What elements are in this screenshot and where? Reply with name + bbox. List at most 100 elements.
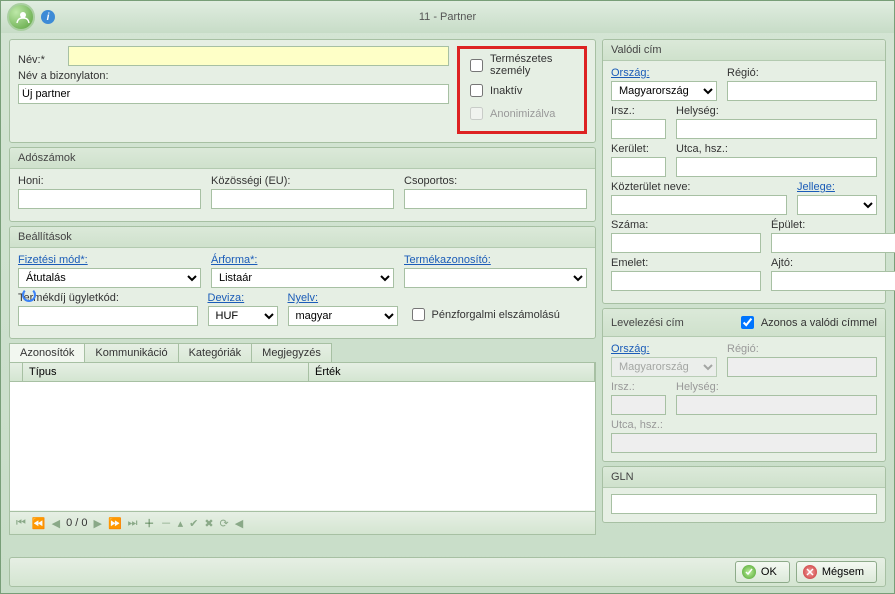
district-input[interactable] (611, 157, 666, 177)
ok-label: OK (761, 566, 777, 578)
city-label: Helység: (676, 105, 877, 117)
lang-select[interactable]: magyar (288, 306, 398, 326)
natural-person-label: Természetes személy (490, 53, 578, 77)
public-type-select[interactable] (797, 195, 877, 215)
tab-body: Típus Érték (9, 362, 596, 512)
region-input[interactable] (727, 81, 877, 101)
mail-region-input (727, 357, 877, 377)
district-label: Kerület: (611, 143, 666, 155)
ok-button[interactable]: OK (735, 561, 790, 583)
tab-identifiers[interactable]: Azonosítók (9, 343, 85, 362)
mail-zip-input (611, 395, 666, 415)
inactive-label: Inaktív (490, 85, 522, 97)
tax-domestic-input[interactable] (18, 189, 201, 209)
nav-remove-icon[interactable]: － (161, 515, 172, 531)
tax-eu-input[interactable] (211, 189, 394, 209)
mail-city-input (676, 395, 877, 415)
price-select[interactable]: Listaár (211, 268, 394, 288)
mail-address-title: Levelezési cím (611, 317, 684, 329)
mail-address-group: Levelezési cím Azonos a valódi címmel Or… (602, 308, 886, 462)
nav-confirm-icon[interactable]: ✔ (189, 517, 198, 530)
tabs-container: Azonosítók Kommunikáció Kategóriák Megje… (9, 343, 596, 535)
app-icon (7, 3, 35, 31)
cash-accounting-checkbox[interactable] (412, 308, 425, 321)
window-title: 11 - Partner (55, 11, 888, 23)
zip-input[interactable] (611, 119, 666, 139)
cancel-button[interactable]: Mégsem (796, 561, 877, 583)
street-full-label: Utca, hsz.: (676, 143, 877, 155)
partner-window: i 11 - Partner Név:* Név a bizonylaton: (0, 0, 895, 594)
tab-notes[interactable]: Megjegyzés (251, 343, 332, 362)
inactive-checkbox[interactable] (470, 84, 483, 97)
anonymized-checkbox (470, 107, 483, 120)
fee-code-label: Termékdíj ügyletkód: (18, 292, 198, 304)
doc-name-label: Név a bizonylaton: (18, 70, 449, 82)
floor-input[interactable] (611, 271, 761, 291)
cancel-icon (803, 565, 817, 579)
building-input[interactable] (771, 233, 895, 253)
tax-group-label: Csoportos: (404, 175, 587, 187)
nav-cancel-icon[interactable]: ✖ (204, 517, 213, 530)
info-icon[interactable]: i (41, 10, 55, 24)
mail-zip-label: Irsz.: (611, 381, 666, 393)
mail-city-label: Helység: (676, 381, 877, 393)
same-as-real-checkbox[interactable] (741, 316, 754, 329)
nav-next-icon[interactable]: ▶ (93, 517, 101, 530)
nav-prev-icon[interactable]: ◀ (52, 517, 60, 530)
fee-code-input[interactable] (18, 306, 198, 326)
nav-collapse-icon[interactable]: ◀ (235, 517, 243, 530)
currency-label[interactable]: Deviza: (208, 292, 278, 304)
flags-panel: Természetes személy Inaktív Anonimizálva (457, 46, 587, 134)
grid-body[interactable] (10, 382, 595, 510)
door-label: Ajtó: (771, 257, 895, 269)
country-select[interactable]: Magyarország (611, 81, 717, 101)
city-input[interactable] (676, 119, 877, 139)
region-label: Régió: (727, 67, 877, 79)
country-label[interactable]: Ország: (611, 67, 717, 79)
nav-last-icon[interactable]: ⏭ (128, 517, 138, 530)
tab-categories[interactable]: Kategóriák (178, 343, 253, 362)
loading-spinner-icon (22, 288, 36, 302)
lang-label[interactable]: Nyelv: (288, 292, 398, 304)
gln-title: GLN (603, 467, 885, 488)
settings-group-title: Beállítások (10, 227, 595, 248)
grid-col-type[interactable]: Típus (23, 363, 309, 381)
public-type-label[interactable]: Jellege: (797, 181, 877, 193)
nav-first-icon[interactable]: ⏮ (16, 517, 26, 530)
payment-select[interactable]: Átutalás (18, 268, 201, 288)
public-area-input[interactable] (611, 195, 787, 215)
tab-communication[interactable]: Kommunikáció (84, 343, 178, 362)
nav-refresh-icon[interactable]: ⟳ (220, 517, 229, 530)
nav-nextpage-icon[interactable]: ⏩ (108, 517, 122, 530)
grid-navigator: ⏮ ⏪ ◀ 0 / 0 ▶ ⏩ ⏭ ＋ － ▴ ✔ ✖ ⟳ ◀ (9, 512, 596, 535)
number-input[interactable] (611, 233, 761, 253)
payment-label[interactable]: Fizetési mód*: (18, 254, 201, 266)
cancel-label: Mégsem (822, 566, 864, 578)
grid-col-value[interactable]: Érték (309, 363, 595, 381)
tax-eu-label: Közösségi (EU): (211, 175, 394, 187)
mail-country-label[interactable]: Ország: (611, 343, 717, 355)
doc-name-input[interactable] (18, 84, 449, 104)
zip-label: Irsz.: (611, 105, 666, 117)
name-input[interactable] (68, 46, 449, 66)
number-label: Száma: (611, 219, 761, 231)
nav-add-icon[interactable]: ＋ (144, 515, 155, 531)
footer: OK Mégsem (9, 557, 886, 587)
street-full-input[interactable] (676, 157, 877, 177)
public-area-label: Közterület neve: (611, 181, 787, 193)
prodid-label[interactable]: Termékazonosító: (404, 254, 587, 266)
prodid-select[interactable] (404, 268, 587, 288)
natural-person-checkbox[interactable] (470, 59, 483, 72)
nav-prevpage-icon[interactable]: ⏪ (32, 517, 46, 530)
ok-icon (742, 565, 756, 579)
settings-group: Beállítások Fizetési mód*: Átutalás Árfo… (9, 226, 596, 339)
tax-group-input[interactable] (404, 189, 587, 209)
building-label: Épület: (771, 219, 895, 231)
currency-select[interactable]: HUF (208, 306, 278, 326)
door-input[interactable] (771, 271, 895, 291)
gln-input[interactable] (611, 494, 877, 514)
mail-country-select: Magyarország (611, 357, 717, 377)
price-label[interactable]: Árforma*: (211, 254, 394, 266)
nav-edit-icon[interactable]: ▴ (178, 517, 184, 530)
grid-row-selector (10, 363, 23, 381)
